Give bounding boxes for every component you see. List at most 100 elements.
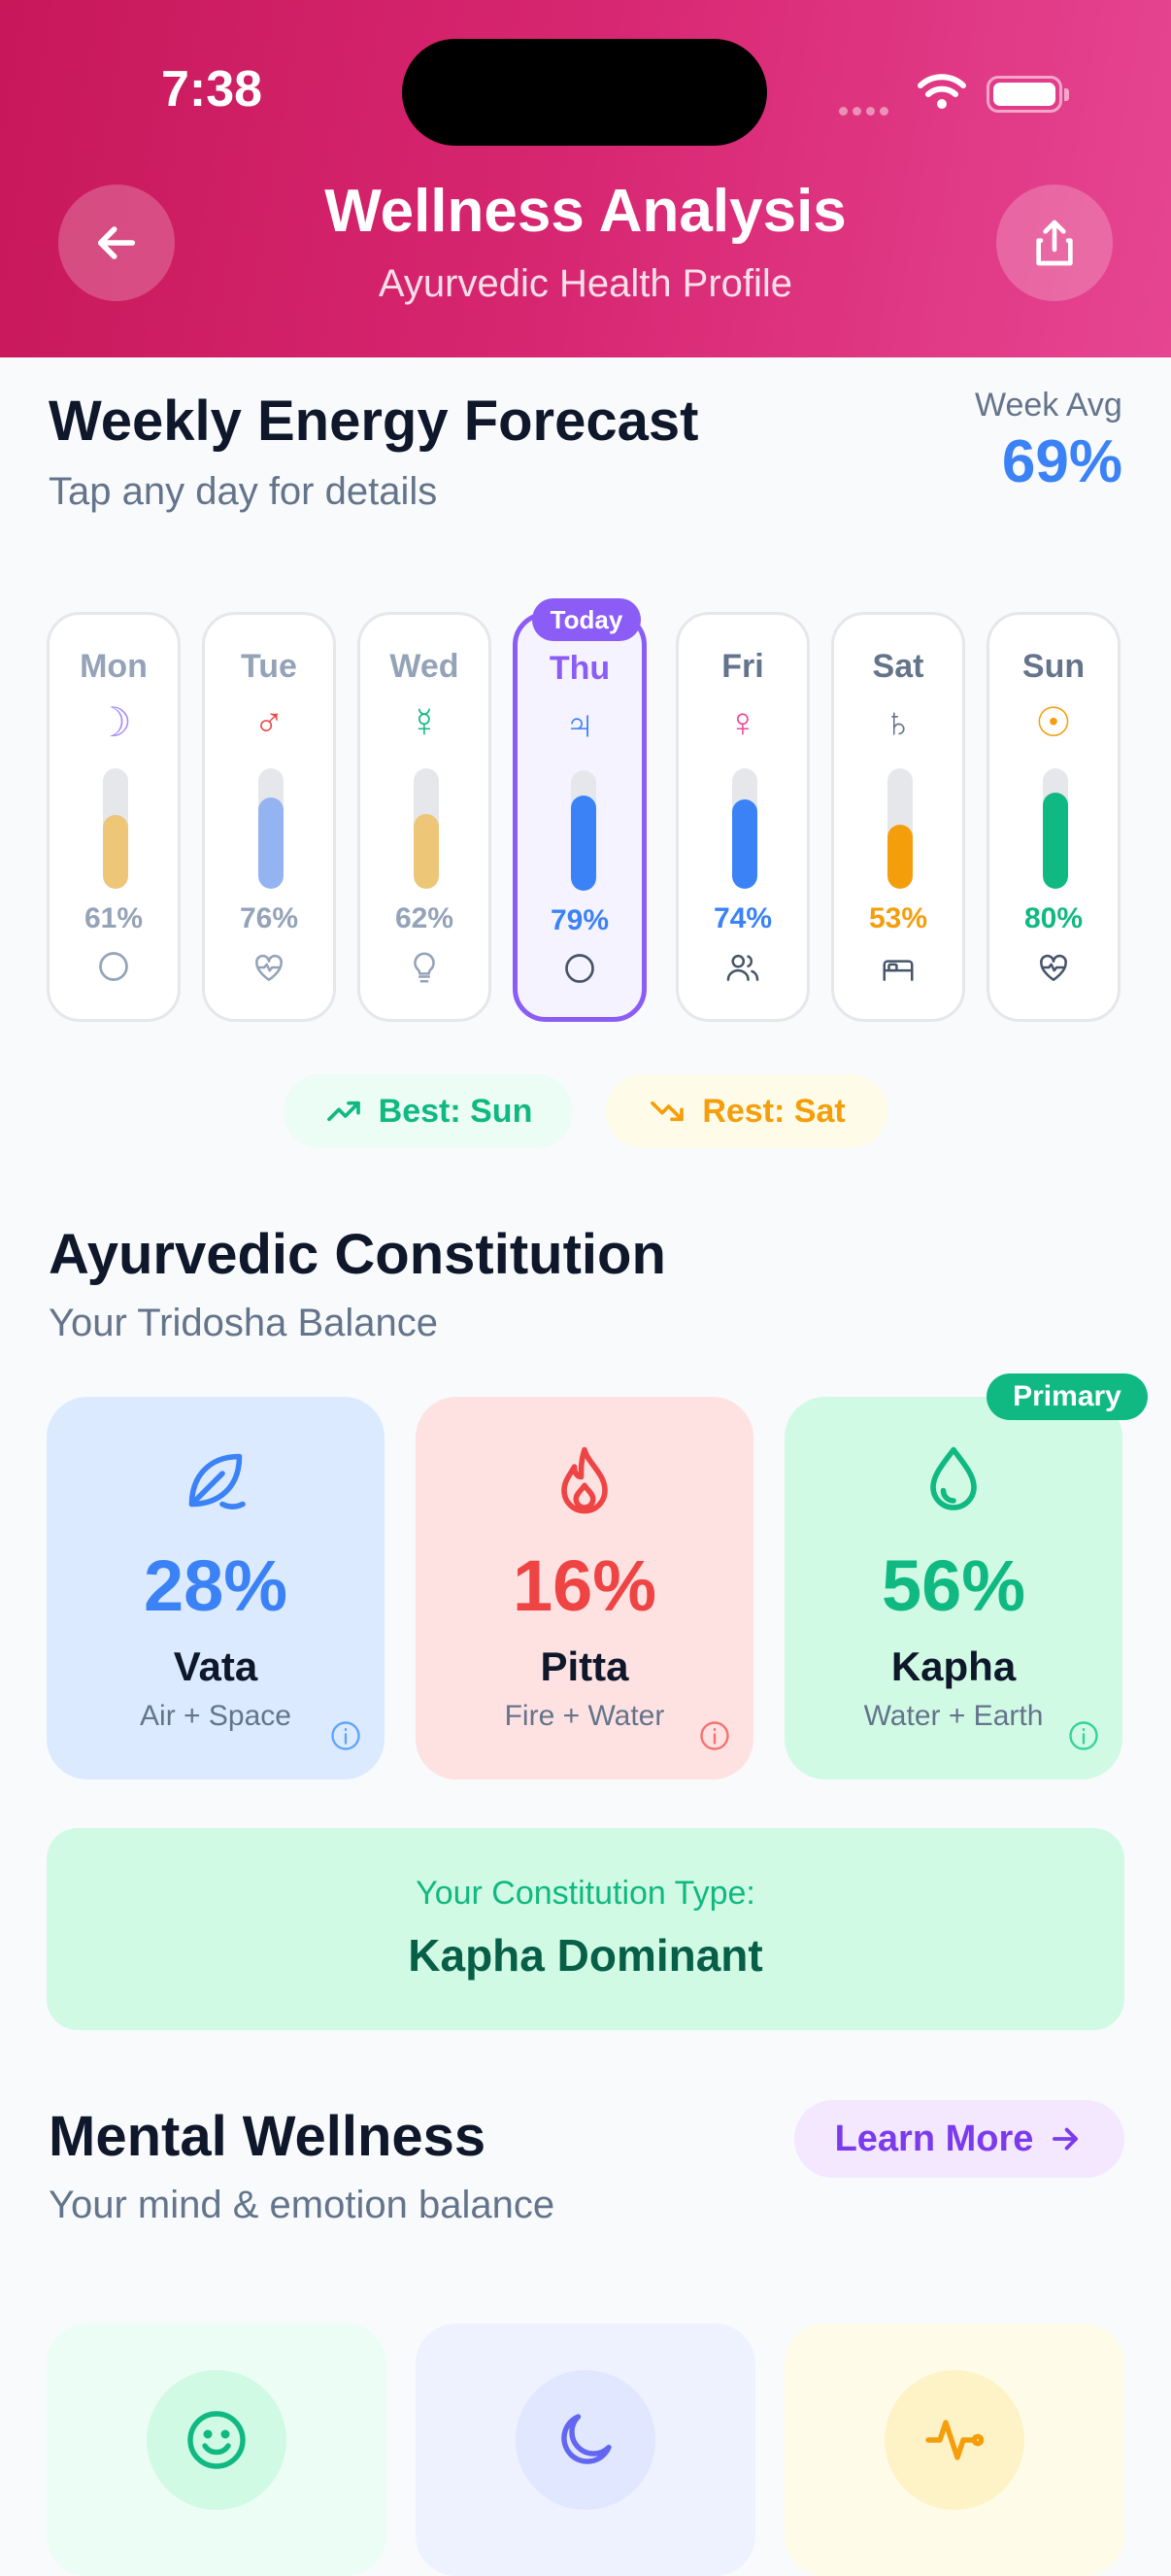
dosha-card-vata[interactable]: 28% Vata Air + Space: [47, 1397, 385, 1779]
mental-title: Mental Wellness: [49, 2105, 486, 2168]
best-day-pill: Best: Sun: [284, 1074, 573, 1148]
energy-bar-fill: [414, 814, 439, 889]
trending-down-icon: [651, 1101, 685, 1122]
energy-percent: 76%: [239, 902, 299, 934]
droplet-icon: [785, 1440, 1122, 1521]
planet-symbol: ♄: [883, 699, 914, 745]
constitution-subtitle: Your Tridosha Balance: [49, 1302, 439, 1344]
day-card-sun[interactable]: Sun ☉ 80%: [987, 612, 1121, 1022]
dosha-card-kapha[interactable]: 56% Kapha Water + Earth: [785, 1397, 1122, 1779]
dosha-name: Vata: [173, 1644, 258, 1689]
energy-percent: 53%: [868, 902, 928, 934]
primary-badge: Primary: [987, 1373, 1148, 1420]
day-name: Fri: [721, 648, 764, 685]
dosha-name: Pitta: [540, 1644, 629, 1689]
planet-symbol: ♂: [253, 699, 284, 745]
day-name: Sun: [1021, 648, 1086, 685]
energy-bar-fill: [887, 825, 913, 889]
energy-bar-track: [732, 768, 757, 889]
learn-more-button[interactable]: Learn More: [794, 2100, 1124, 2178]
day-name: Tue: [241, 648, 297, 685]
trending-up-icon: [326, 1101, 360, 1122]
week-avg-value: 69%: [1001, 428, 1122, 495]
battery-icon: [987, 76, 1069, 113]
day-name: Thu: [549, 650, 611, 687]
constitution-title: Ayurvedic Constitution: [49, 1223, 666, 1286]
arrow-right-icon: [1053, 2127, 1079, 2151]
day-name: Wed: [389, 648, 459, 685]
day-card-thu[interactable]: Thu ♃ 79%: [513, 612, 647, 1022]
energy-bar-track: [103, 768, 128, 889]
smile-icon: [147, 2370, 286, 2510]
lightbulb-icon: [360, 949, 488, 986]
today-badge: Today: [532, 598, 641, 641]
leaf-icon: [47, 1440, 385, 1521]
planet-symbol: ♃: [564, 701, 595, 747]
planet-symbol: ♀: [727, 699, 758, 745]
forecast-title: Weekly Energy Forecast: [49, 390, 699, 453]
best-day-text: Best: Sun: [378, 1092, 533, 1130]
share-icon: [1036, 220, 1073, 266]
share-button[interactable]: [996, 185, 1113, 301]
status-time: 7:38: [161, 61, 263, 118]
energy-percent: 79%: [550, 904, 610, 936]
circle-icon: [50, 949, 178, 984]
energy-percent: 61%: [84, 902, 144, 934]
page-title: Wellness Analysis: [324, 178, 847, 245]
planet-symbol: ☽: [95, 699, 132, 745]
day-card-tue[interactable]: Tue ♂ 76%: [202, 612, 336, 1022]
info-icon[interactable]: [328, 1718, 363, 1758]
dosha-card-pitta[interactable]: 16% Pitta Fire + Water: [416, 1397, 753, 1779]
sleep-card[interactable]: [416, 2323, 755, 2576]
energy-percent: 80%: [1023, 902, 1084, 934]
heart-pulse-icon: [205, 949, 333, 986]
dosha-percent: 28%: [143, 1545, 288, 1626]
energy-percent: 74%: [713, 902, 773, 934]
constitution-type-value: Kapha Dominant: [408, 1930, 763, 1981]
rest-day-text: Rest: Sat: [702, 1092, 846, 1130]
week-avg-label: Week Avg: [975, 387, 1122, 424]
dosha-percent: 56%: [881, 1545, 1026, 1626]
info-icon[interactable]: [1066, 1718, 1101, 1758]
circle-icon: [518, 951, 642, 986]
day-card-mon[interactable]: Mon ☽ 61%: [47, 612, 181, 1022]
energy-bar-track: [887, 768, 913, 889]
rest-day-pill: Rest: Sat: [606, 1074, 887, 1148]
activity-icon: [885, 2370, 1024, 2510]
info-icon[interactable]: [697, 1718, 732, 1758]
moon-icon: [516, 2370, 655, 2510]
stress-card[interactable]: [785, 2323, 1124, 2576]
heart-pulse-icon: [989, 949, 1118, 986]
bed-icon: [834, 949, 962, 986]
users-icon: [679, 949, 807, 986]
mood-card[interactable]: [47, 2323, 386, 2576]
flame-icon: [416, 1440, 753, 1521]
energy-percent: 62%: [394, 902, 454, 934]
mental-subtitle: Your mind & emotion balance: [49, 2184, 555, 2226]
constitution-type-label: Your Constitution Type:: [416, 1875, 755, 1912]
day-name: Mon: [80, 648, 148, 685]
day-card-sat[interactable]: Sat ♄ 53%: [831, 612, 965, 1022]
planet-symbol: ☿: [409, 699, 440, 745]
day-name: Sat: [872, 648, 924, 685]
energy-bar-track: [1043, 768, 1068, 889]
dosha-percent: 16%: [512, 1545, 657, 1626]
dynamic-island: [402, 39, 767, 146]
energy-bar-track: [414, 768, 439, 889]
energy-bar-fill: [732, 799, 757, 889]
wifi-icon: [917, 72, 967, 116]
energy-bar-fill: [571, 796, 596, 891]
learn-more-label: Learn More: [834, 2118, 1034, 2159]
day-card-fri[interactable]: Fri ♀ 74%: [676, 612, 810, 1022]
constitution-type-box: Your Constitution Type: Kapha Dominant: [47, 1828, 1124, 2030]
energy-bar-track: [258, 768, 284, 889]
dosha-name: Kapha: [890, 1644, 1017, 1689]
energy-bar-fill: [1043, 792, 1068, 889]
energy-bar-fill: [103, 815, 128, 889]
energy-bar-fill: [258, 797, 284, 889]
forecast-subtitle: Tap any day for details: [49, 470, 438, 513]
planet-symbol: ☉: [1035, 699, 1072, 745]
day-card-wed[interactable]: Wed ☿ 62%: [357, 612, 491, 1022]
page-subtitle: Ayurvedic Health Profile: [378, 262, 793, 305]
energy-bar-track: [571, 770, 596, 891]
